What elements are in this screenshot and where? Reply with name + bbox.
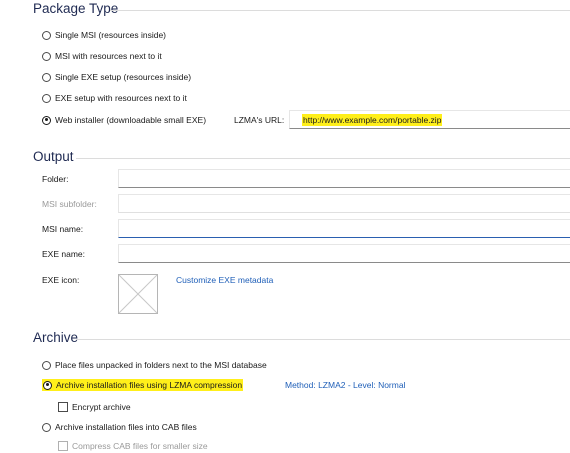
archive-title: Archive (33, 330, 79, 345)
lzma-url-label: LZMA's URL: (234, 115, 285, 125)
checkbox-label: Encrypt archive (72, 402, 131, 412)
exe-icon-placeholder-icon[interactable] (118, 274, 158, 314)
exe-icon-label: EXE icon: (42, 275, 80, 285)
radio-button-icon (42, 30, 51, 40)
radio-label: Archive installation files using LZMA co… (56, 380, 243, 390)
lzma-url-value: http://www.example.com/portable.zip (302, 114, 443, 126)
radio-label: Web installer (downloadable small EXE) (55, 115, 207, 125)
output-divider (76, 158, 570, 159)
msi-name-input[interactable] (118, 219, 570, 238)
radio-web-installer[interactable]: Web installer (downloadable small EXE) (42, 113, 206, 127)
folder-input[interactable] (118, 169, 570, 188)
archive-divider (76, 339, 570, 340)
radio-label: MSI with resources next to it (55, 51, 162, 61)
radio-button-icon (42, 93, 51, 103)
checkbox-icon (58, 441, 68, 451)
checkbox-icon (58, 402, 68, 412)
radio-single-exe[interactable]: Single EXE setup (resources inside) (42, 70, 191, 84)
customize-exe-metadata-link[interactable]: Customize EXE metadata (176, 275, 273, 285)
radio-label: EXE setup with resources next to it (55, 93, 187, 103)
folder-label: Folder: (42, 174, 69, 184)
radio-lzma[interactable]: Archive installation files using LZMA co… (42, 378, 244, 392)
encrypt-archive-checkbox[interactable]: Encrypt archive (58, 400, 131, 414)
package-type-divider (110, 10, 570, 11)
compress-cab-checkbox: Compress CAB files for smaller size (58, 439, 208, 453)
radio-selected-icon (42, 115, 51, 125)
msi-subfolder-label: MSI subfolder: (42, 199, 97, 209)
output-title: Output (33, 149, 74, 164)
radio-exe-resources[interactable]: EXE setup with resources next to it (42, 91, 187, 105)
checkbox-label: Compress CAB files for smaller size (72, 441, 208, 451)
radio-label: Single MSI (resources inside) (55, 30, 167, 40)
msi-name-label: MSI name: (42, 224, 84, 234)
lzma-method-link[interactable]: Method: LZMA2 - Level: Normal (285, 380, 405, 390)
radio-button-icon (42, 72, 51, 82)
radio-button-icon (42, 422, 51, 432)
radio-cab[interactable]: Archive installation files into CAB file… (42, 420, 197, 434)
radio-label: Single EXE setup (resources inside) (55, 72, 192, 82)
exe-name-label: EXE name: (42, 249, 85, 259)
package-type-title: Package Type (33, 1, 119, 16)
radio-selected-icon (43, 380, 52, 390)
msi-subfolder-input (118, 194, 570, 213)
radio-single-msi[interactable]: Single MSI (resources inside) (42, 28, 166, 42)
exe-name-input[interactable] (118, 244, 570, 263)
radio-unpacked[interactable]: Place files unpacked in folders next to … (42, 358, 267, 372)
radio-button-icon (42, 51, 51, 61)
radio-label: Archive installation files into CAB file… (55, 422, 197, 432)
radio-msi-resources[interactable]: MSI with resources next to it (42, 49, 162, 63)
radio-label: Place files unpacked in folders next to … (55, 360, 267, 370)
radio-button-icon (42, 360, 51, 370)
lzma-highlight: Archive installation files using LZMA co… (42, 379, 244, 391)
